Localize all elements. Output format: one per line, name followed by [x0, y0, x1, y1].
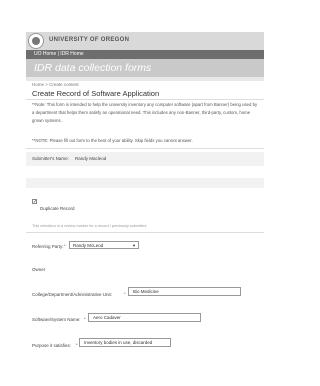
required-marker: * — [124, 291, 126, 296]
page-title: Create Record of Software Application — [32, 89, 160, 98]
duplicate-record-checkbox[interactable]: ✓ — [32, 199, 37, 205]
university-logo-icon — [28, 33, 44, 49]
top-nav: UO Home | IDR Home — [26, 50, 264, 59]
owner-label: Owner — [32, 267, 46, 272]
software-name-label: Software/System Name: — [32, 317, 81, 322]
required-marker: * — [84, 316, 86, 321]
purpose-input[interactable]: Inventory bodies in use, discarded — [79, 338, 171, 347]
college-label: College/Department/Administrative Unit: — [32, 292, 113, 297]
college-input[interactable]: Bio Medicine — [128, 287, 241, 296]
duplicate-record-hint: This checkbox is a review marker for a r… — [32, 224, 147, 228]
duplicate-record-label: Duplicate Record — [40, 206, 75, 211]
referring-party-label: Referring Party: — [32, 244, 64, 249]
chevron-down-icon: ▼ — [132, 243, 136, 248]
software-name-input[interactable]: Aero Cadaver — [88, 313, 201, 322]
breadcrumb[interactable]: Home > Create content — [32, 82, 79, 87]
divider — [26, 232, 264, 233]
referring-party-select[interactable]: Randy McLeod ▼ — [69, 241, 139, 249]
spacer-row — [26, 178, 264, 188]
submitter-value: Randy Macleod — [75, 156, 107, 161]
note-fill-out: **NOTE: Please fill out form to the best… — [32, 138, 193, 143]
site-banner: IDR data collection forms — [26, 59, 264, 77]
note-inventory: **Note: This form is intended to help th… — [32, 102, 258, 123]
required-marker: * — [76, 342, 78, 347]
referring-party-value: Randy McLeod — [73, 243, 104, 248]
banner-strip — [26, 77, 264, 81]
nav-links[interactable]: UO Home | IDR Home — [34, 51, 84, 57]
submitter-label: Submitter's Name: — [32, 156, 69, 161]
required-marker: * — [64, 243, 66, 248]
banner-title: IDR data collection forms — [34, 62, 152, 74]
divider — [26, 99, 264, 100]
purpose-label: Purpose it satisfies: — [32, 343, 72, 348]
university-name: UNIVERSITY OF OREGON — [49, 37, 130, 43]
divider — [26, 148, 264, 149]
